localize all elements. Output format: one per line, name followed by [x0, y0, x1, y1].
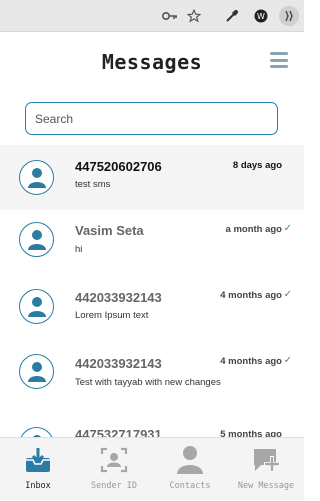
star-icon[interactable] — [184, 6, 204, 26]
tab-inbox[interactable]: Inbox — [0, 438, 76, 501]
tab-contacts[interactable]: Contacts — [152, 438, 228, 501]
avatar-icon — [19, 289, 54, 324]
page-title: Messages — [101, 50, 203, 74]
messages-app: Messages 447520602706 test sms 8 days ag… — [0, 32, 304, 500]
conversation-name: 447532717931 — [75, 427, 162, 437]
conversation-time: 4 months ago — [220, 356, 282, 367]
tab-sender-id[interactable]: Sender ID — [76, 438, 152, 501]
message-add-icon — [251, 445, 281, 475]
avatar-icon — [19, 160, 54, 195]
extension-puzzle-icon[interactable] — [279, 6, 299, 26]
conversation-time: 5 months ago — [220, 429, 282, 437]
conversation-row[interactable]: Vasim Seta hi a month ago ✓ — [0, 210, 304, 275]
conversation-row[interactable]: 442033932143 Test with tayyab with new c… — [0, 340, 304, 405]
tab-label: Contacts — [169, 481, 211, 491]
conversation-name: Vasim Seta — [75, 223, 144, 238]
conversation-name: 442033932143 — [75, 356, 162, 371]
conversation-time: 4 months ago — [220, 290, 282, 301]
tab-label: New Message — [237, 481, 295, 491]
conversation-time: 8 days ago — [232, 160, 282, 171]
conversation-row[interactable]: 447532717931 5 months ago — [0, 405, 304, 437]
conversation-row[interactable]: 442033932143 Lorem Ipsum text 4 months a… — [0, 275, 304, 340]
avatar-icon — [19, 354, 54, 389]
delivered-check-icon: ✓ — [283, 355, 292, 366]
conversation-list: 447520602706 test sms 8 days ago Vasim S… — [0, 145, 304, 437]
delivered-check-icon: ✓ — [283, 223, 292, 234]
inbox-download-icon — [23, 445, 53, 475]
conversation-name: 447520602706 — [75, 159, 162, 174]
conversation-preview: test sms — [75, 179, 111, 190]
header: Messages — [0, 32, 304, 92]
tab-label: Sender ID — [90, 481, 138, 491]
conversation-time: a month ago — [225, 224, 282, 235]
search-input[interactable] — [25, 102, 278, 135]
person-icon — [175, 445, 205, 475]
delivered-check-icon: ✓ — [283, 289, 292, 300]
extension-w-icon[interactable]: W — [251, 6, 271, 26]
conversation-row[interactable]: 447520602706 test sms 8 days ago — [0, 145, 304, 210]
tab-new-message[interactable]: New Message — [228, 438, 304, 501]
eyedropper-extension-icon[interactable] — [222, 6, 242, 26]
conversation-name: 442033932143 — [75, 290, 162, 305]
avatar-icon — [19, 427, 54, 437]
conversation-preview: Test with tayyab with new changes — [75, 377, 221, 388]
hamburger-menu-icon[interactable] — [270, 52, 288, 68]
tab-label: Inbox — [25, 481, 51, 491]
face-scan-icon — [99, 445, 129, 475]
conversation-preview: Lorem Ipsum text — [75, 310, 149, 321]
browser-toolbar: W — [0, 0, 304, 32]
conversation-preview: hi — [75, 244, 83, 255]
svg-text:W: W — [257, 12, 265, 21]
bottom-tab-bar: Inbox Sender ID Contacts New Message — [0, 437, 304, 500]
avatar-icon — [19, 222, 54, 257]
key-icon[interactable] — [160, 6, 180, 26]
